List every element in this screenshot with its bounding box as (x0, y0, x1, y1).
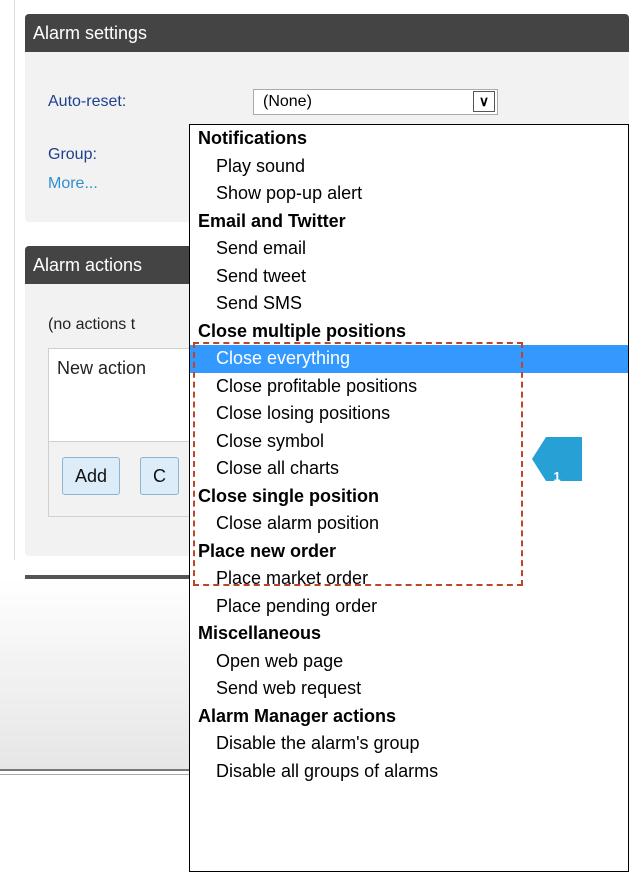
dropdown-group-header: Place new order (198, 540, 337, 561)
dropdown-option[interactable]: Send tweet (190, 263, 628, 291)
left-divider (14, 0, 15, 560)
dropdown-option[interactable]: Place pending order (190, 593, 628, 621)
dropdown-option[interactable]: Play sound (190, 153, 628, 181)
add-button[interactable]: Add (62, 457, 121, 495)
alarm-settings-header: Alarm settings (25, 14, 629, 52)
action-dropdown-list[interactable]: Notifications Play sound Show pop-up alert… (189, 124, 629, 872)
dropdown-option[interactable]: Send email (190, 235, 628, 263)
dropdown-group-header: Email and Twitter (198, 210, 346, 231)
dropdown-group-header: Close multiple positions (198, 320, 407, 341)
dropdown-option[interactable]: Send SMS (190, 290, 628, 318)
no-actions-text: (no actions t (48, 316, 136, 333)
dropdown-group-header: Notifications (198, 128, 308, 148)
dropdown-option[interactable]: Send web request (190, 675, 628, 703)
dropdown-group-header: Close single position (198, 485, 380, 506)
dropdown-option[interactable]: Show pop-up alert (190, 180, 628, 208)
bottom-divider (0, 769, 200, 775)
dropdown-option[interactable]: Disable the alarm's group (190, 730, 628, 758)
cancel-button[interactable]: C (140, 457, 179, 495)
dropdown-option[interactable]: Close everything (190, 345, 628, 373)
more-link[interactable]: More... (48, 175, 98, 193)
dropdown-group-header: Alarm Manager actions (198, 705, 397, 726)
chevron-down-icon[interactable]: ∨ (473, 91, 495, 112)
new-action-label: New action (57, 358, 147, 378)
auto-reset-label: Auto-reset: (48, 93, 127, 110)
auto-reset-value: (None) (263, 93, 312, 110)
dropdown-option[interactable]: Open web page (190, 648, 628, 676)
group-label: Group: (48, 146, 97, 163)
dropdown-option[interactable]: Disable all groups of alarms (190, 758, 628, 786)
dropdown-option[interactable]: Close profitable positions (190, 373, 628, 401)
dropdown-group-header: Miscellaneous (198, 623, 322, 643)
dropdown-option[interactable]: Place market order (190, 565, 628, 593)
dropdown-option[interactable]: Close losing positions (190, 400, 628, 428)
dropdown-option[interactable]: Close alarm position (190, 510, 628, 538)
auto-reset-select[interactable]: (None) ∨ (253, 89, 498, 115)
